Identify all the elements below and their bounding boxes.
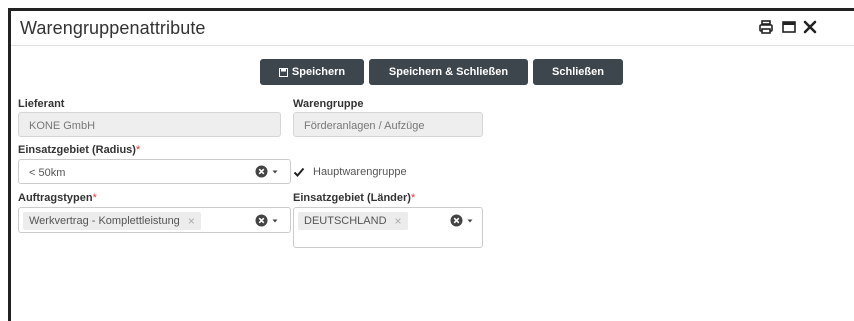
einsatzgebiet-radius-label: Einsatzgebiet (Radius)* xyxy=(18,144,141,156)
print-icon[interactable] xyxy=(759,20,773,34)
select-controls xyxy=(255,214,279,227)
close-button[interactable]: Schließen xyxy=(533,59,623,85)
tag-remove-icon[interactable]: × xyxy=(188,214,195,228)
select-controls xyxy=(450,214,474,227)
select-controls xyxy=(255,165,279,178)
chevron-down-icon[interactable] xyxy=(271,168,279,176)
einsatzgebiet-laender-tag-label: DEUTSCHLAND xyxy=(304,215,387,227)
lieferant-label: Lieferant xyxy=(18,98,65,110)
auftragstypen-tag: Werkvertrag - Komplettleistung × xyxy=(23,212,201,230)
lieferant-value: KONE GmbH xyxy=(29,120,96,132)
tag-remove-icon[interactable]: × xyxy=(395,214,402,228)
clear-icon[interactable] xyxy=(255,165,268,178)
required-marker: * xyxy=(410,192,416,204)
einsatzgebiet-laender-label: Einsatzgebiet (Länder)* xyxy=(293,192,416,204)
title-bar: Warengruppenattribute xyxy=(11,11,854,46)
warengruppe-value: Förderanlagen / Aufzüge xyxy=(304,120,425,132)
required-marker: * xyxy=(92,192,97,204)
close-icon[interactable] xyxy=(803,20,817,34)
lieferant-field: KONE GmbH xyxy=(18,112,281,137)
hauptwarengruppe-checkbox[interactable]: Hauptwarengruppe xyxy=(293,166,407,178)
clear-icon[interactable] xyxy=(255,214,268,227)
auftragstypen-label: Auftragstypen* xyxy=(18,192,97,204)
einsatzgebiet-laender-tag: DEUTSCHLAND × xyxy=(298,212,408,230)
warengruppe-label: Warengruppe xyxy=(293,98,364,110)
checkmark-icon xyxy=(293,167,305,177)
save-and-close-button[interactable]: Speichern & Schließen xyxy=(369,59,528,85)
einsatzgebiet-radius-value: < 50km xyxy=(29,167,66,179)
clear-icon[interactable] xyxy=(450,214,463,227)
auftragstypen-tag-label: Werkvertrag - Komplettleistung xyxy=(29,215,180,227)
einsatzgebiet-radius-select[interactable]: < 50km xyxy=(18,159,291,184)
warengruppe-field: Förderanlagen / Aufzüge xyxy=(293,112,483,137)
auftragstypen-select[interactable]: Werkvertrag - Komplettleistung × xyxy=(18,207,291,233)
dialog-window: Warengruppenattribute Speichern Speicher… xyxy=(8,8,854,321)
save-button-label: Speichern xyxy=(291,66,346,78)
maximize-icon[interactable] xyxy=(782,20,796,34)
required-marker: * xyxy=(135,144,141,156)
save-icon xyxy=(278,67,288,77)
save-button[interactable]: Speichern xyxy=(260,59,364,85)
chevron-down-icon[interactable] xyxy=(271,217,279,225)
window-title: Warengruppenattribute xyxy=(20,18,206,38)
hauptwarengruppe-label: Hauptwarengruppe xyxy=(313,166,407,178)
chevron-down-icon[interactable] xyxy=(466,217,474,225)
einsatzgebiet-laender-select[interactable]: DEUTSCHLAND × xyxy=(293,207,483,248)
